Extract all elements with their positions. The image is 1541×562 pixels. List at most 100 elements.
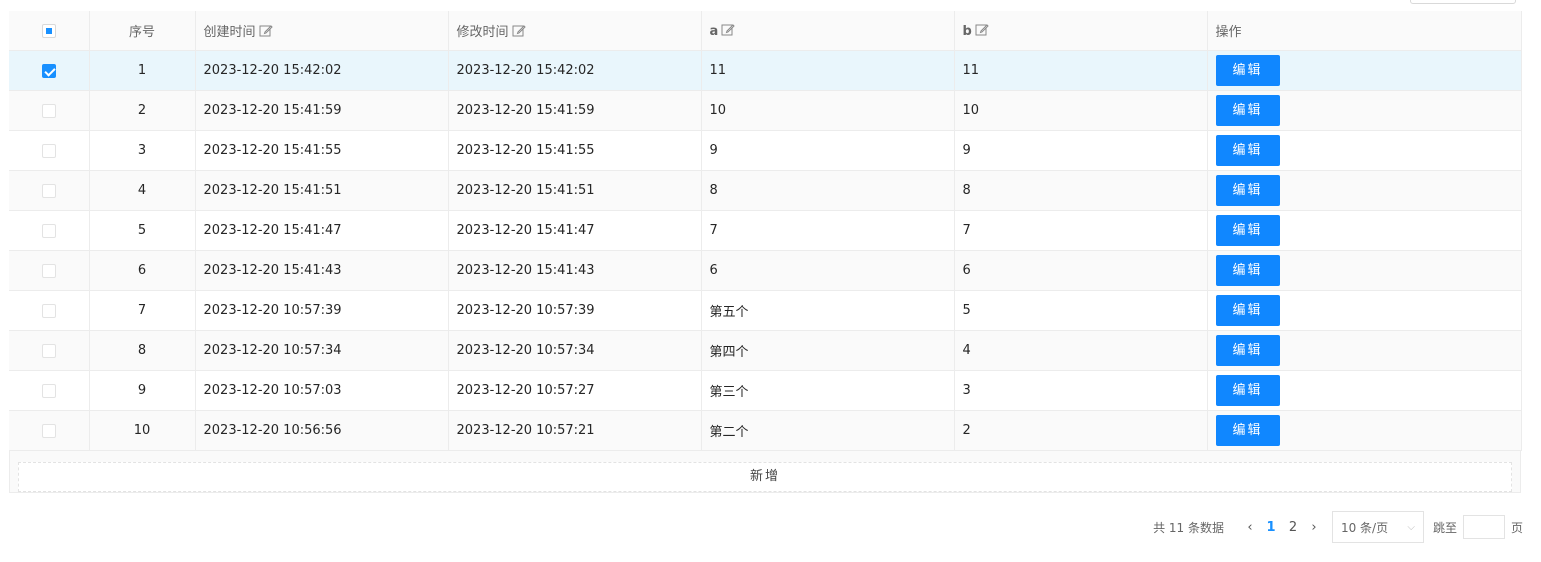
cell-modified: 2023-12-20 15:41:55 (448, 130, 702, 171)
cell-actions: 编辑 (1207, 50, 1522, 91)
header-a: a (701, 11, 955, 51)
edit-button[interactable]: 编辑 (1215, 295, 1280, 326)
edit-button[interactable]: 编辑 (1215, 55, 1280, 86)
header-modified-label: 修改时间 (456, 25, 509, 40)
table-row: 7 2023-12-20 10:57:39 2023-12-20 10:57:39 第… (9, 290, 1522, 331)
edit-button[interactable]: 编辑 (1215, 135, 1280, 166)
table-row: 8 2023-12-20 10:57:34 2023-12-20 10:57:34 第… (9, 330, 1522, 371)
edit-icon[interactable] (721, 23, 735, 37)
cell-actions: 编辑 (1207, 90, 1522, 131)
cell-modified: 2023-12-20 15:41:47 (448, 210, 702, 251)
page-1[interactable]: 1 (1260, 520, 1282, 535)
table-row: 1 2023-12-20 15:42:02 2023-12-20 15:42:02 1… (9, 50, 1522, 91)
cell-b: 11 (954, 50, 1208, 91)
data-table-container: 序号 创建时间 修改时间 a b 操作 1 2023-12-20 15:42:02… (9, 11, 1522, 493)
cell-index: 3 (89, 130, 196, 171)
chevron-right-icon[interactable]: › (1304, 520, 1324, 535)
row-checkbox[interactable] (41, 343, 56, 358)
header-b: b (954, 11, 1208, 51)
cell-modified: 2023-12-20 10:57:39 (448, 290, 702, 331)
data-table: 序号 创建时间 修改时间 a b 操作 1 2023-12-20 15:42:02… (9, 11, 1522, 451)
cell-b: 5 (954, 290, 1208, 331)
row-checkbox[interactable] (41, 263, 56, 278)
cell-created: 2023-12-20 10:56:56 (195, 410, 449, 451)
row-checkbox[interactable] (41, 423, 56, 438)
header-index: 序号 (89, 11, 196, 51)
header-b-label: b (962, 23, 972, 39)
cell-a: 9 (701, 130, 955, 171)
row-checkbox[interactable] (41, 303, 56, 318)
cell-a: 6 (701, 250, 955, 291)
cell-created: 2023-12-20 15:41:59 (195, 90, 449, 131)
cell-actions: 编辑 (1207, 250, 1522, 291)
row-checkbox-cell[interactable] (9, 370, 90, 411)
edit-button[interactable]: 编辑 (1215, 215, 1280, 246)
chevron-left-icon[interactable]: ‹ (1240, 520, 1260, 535)
row-checkbox[interactable] (41, 223, 56, 238)
row-checkbox-cell[interactable] (9, 130, 90, 171)
row-checkbox-cell[interactable] (9, 50, 90, 91)
cell-b: 10 (954, 90, 1208, 131)
cell-actions: 编辑 (1207, 170, 1522, 211)
page-2[interactable]: 2 (1282, 520, 1304, 535)
select-all-header[interactable] (9, 11, 90, 51)
edit-button[interactable]: 编辑 (1215, 175, 1280, 206)
jump-label: 跳至 (1432, 520, 1457, 535)
cell-index: 8 (89, 330, 196, 371)
cell-b: 8 (954, 170, 1208, 211)
cell-b: 3 (954, 370, 1208, 411)
row-checkbox-cell[interactable] (9, 210, 90, 251)
cell-created: 2023-12-20 10:57:39 (195, 290, 449, 331)
cell-index: 10 (89, 410, 196, 451)
cell-actions: 编辑 (1207, 210, 1522, 251)
cell-created: 2023-12-20 10:57:03 (195, 370, 449, 411)
pagination: 共 11 条数据 ‹ 1 2 › 10 条/页 ⌵ 跳至 页 (1153, 511, 1523, 543)
page-size-value: 10 条/页 (1340, 520, 1389, 535)
cell-index: 1 (89, 50, 196, 91)
cell-created: 2023-12-20 15:41:51 (195, 170, 449, 211)
cell-a: 第五个 (701, 290, 955, 331)
row-checkbox-cell[interactable] (9, 330, 90, 371)
row-checkbox[interactable] (41, 63, 56, 78)
cell-modified: 2023-12-20 10:57:21 (448, 410, 702, 451)
edit-button[interactable]: 编辑 (1215, 95, 1280, 126)
cell-actions: 编辑 (1207, 370, 1522, 411)
edit-button[interactable]: 编辑 (1215, 335, 1280, 366)
edit-button[interactable]: 编辑 (1215, 255, 1280, 286)
cell-created: 2023-12-20 15:41:55 (195, 130, 449, 171)
row-checkbox-cell[interactable] (9, 170, 90, 211)
cell-modified: 2023-12-20 15:41:43 (448, 250, 702, 291)
cell-index: 5 (89, 210, 196, 251)
cell-a: 7 (701, 210, 955, 251)
cell-a: 第四个 (701, 330, 955, 371)
add-row-button[interactable]: 新增 (18, 462, 1512, 492)
row-checkbox-cell[interactable] (9, 90, 90, 131)
edit-button[interactable]: 编辑 (1215, 415, 1280, 446)
row-checkbox-cell[interactable] (9, 250, 90, 291)
edit-button[interactable]: 编辑 (1215, 375, 1280, 406)
select-all-checkbox[interactable] (41, 23, 56, 38)
top-select-stub[interactable] (1410, 0, 1516, 4)
pagination-total: 共 11 条数据 (1153, 520, 1224, 535)
row-checkbox[interactable] (41, 383, 56, 398)
jump-page-input[interactable] (1462, 515, 1505, 539)
header-created: 创建时间 (195, 11, 449, 51)
cell-b: 7 (954, 210, 1208, 251)
cell-created: 2023-12-20 15:41:43 (195, 250, 449, 291)
page-size-select[interactable]: 10 条/页 ⌵ (1331, 511, 1424, 543)
cell-a: 11 (701, 50, 955, 91)
table-header-row: 序号 创建时间 修改时间 a b 操作 (9, 11, 1522, 51)
cell-index: 4 (89, 170, 196, 211)
edit-icon[interactable] (512, 24, 526, 38)
edit-icon[interactable] (975, 23, 989, 37)
row-checkbox[interactable] (41, 143, 56, 158)
cell-modified: 2023-12-20 15:41:59 (448, 90, 702, 131)
row-checkbox[interactable] (41, 103, 56, 118)
cell-created: 2023-12-20 15:41:47 (195, 210, 449, 251)
cell-a: 第三个 (701, 370, 955, 411)
row-checkbox-cell[interactable] (9, 290, 90, 331)
row-checkbox-cell[interactable] (9, 410, 90, 451)
edit-icon[interactable] (259, 24, 273, 38)
row-checkbox[interactable] (41, 183, 56, 198)
cell-index: 7 (89, 290, 196, 331)
